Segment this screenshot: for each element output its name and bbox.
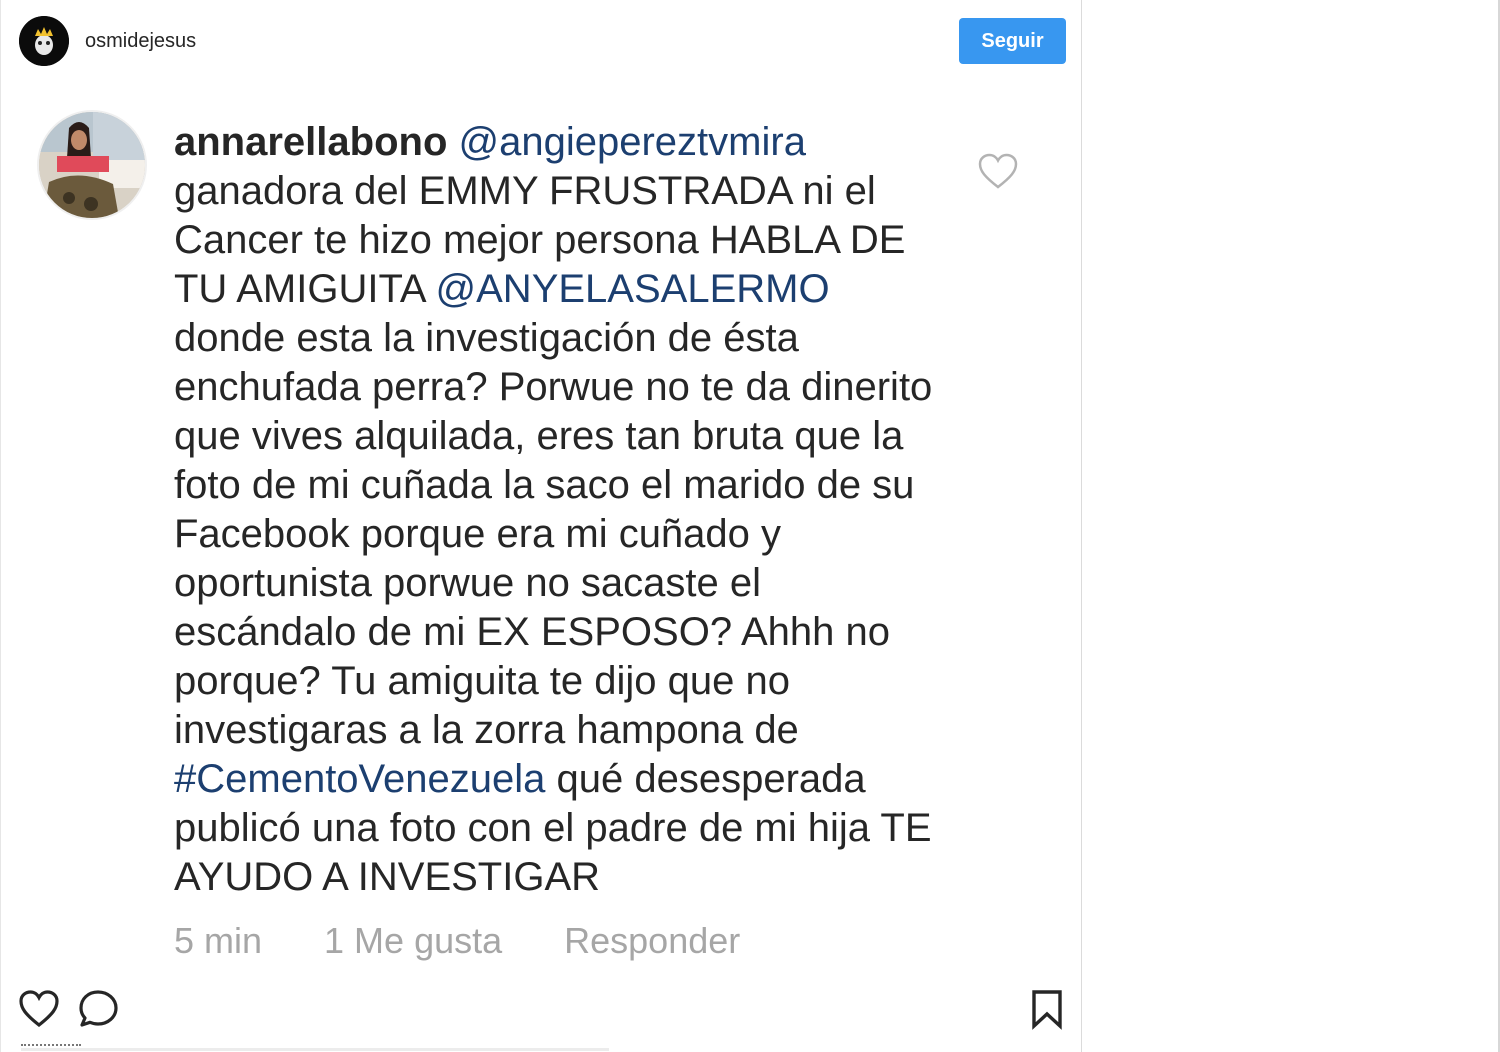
profile-picture — [19, 16, 69, 66]
post-panel: osmidejesus Seguir annarellabono @angiep… — [0, 0, 1082, 1052]
hashtag-link[interactable]: #CementoVenezuela — [174, 757, 545, 801]
comment-text: annarellabono @angiepereztvmira ganadora… — [174, 118, 944, 902]
post-header: osmidejesus Seguir — [1, 0, 1083, 82]
comment-bubble-icon[interactable] — [77, 988, 121, 1034]
comment-author-avatar[interactable] — [37, 110, 147, 220]
avatar[interactable] — [19, 16, 69, 66]
empty-area — [1082, 0, 1500, 1052]
mention-link[interactable]: @angiepereztvmira — [459, 120, 806, 164]
mention-link[interactable]: @ANYELASALERMO — [436, 267, 830, 311]
comment-body-text: donde esta la investigación de ésta ench… — [174, 316, 944, 752]
heart-icon[interactable] — [17, 988, 61, 1034]
comment-like-count[interactable]: 1 Me gusta — [324, 920, 502, 962]
reply-button[interactable]: Responder — [564, 920, 740, 962]
comment-meta: 5 min 1 Me gusta Responder — [174, 918, 740, 964]
heart-outline-icon[interactable] — [977, 152, 1019, 192]
comment-timestamp[interactable]: 5 min — [174, 920, 262, 962]
post-author-username[interactable]: osmidejesus — [85, 30, 196, 53]
follow-button[interactable]: Seguir — [959, 18, 1066, 64]
comment-author-picture — [39, 112, 145, 218]
comment-author-username[interactable]: annarellabono — [174, 120, 447, 164]
divider — [21, 1048, 609, 1051]
bookmark-icon[interactable] — [1029, 988, 1065, 1034]
